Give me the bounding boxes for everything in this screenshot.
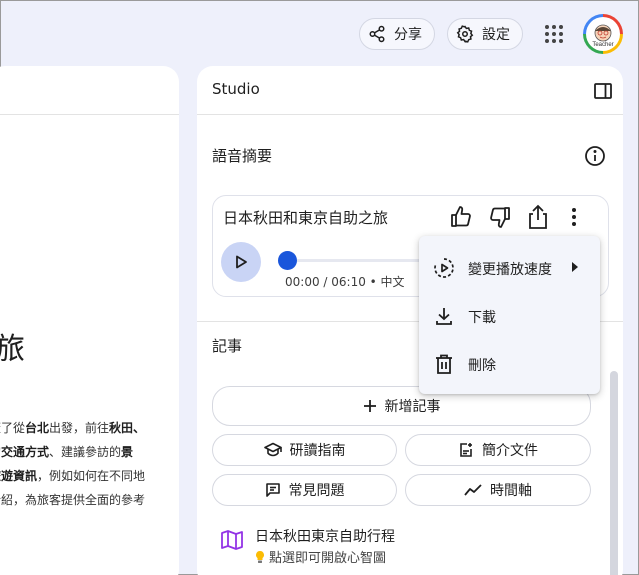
thumb-down-icon[interactable] [488, 205, 512, 229]
settings-button[interactable]: 設定 [447, 18, 523, 50]
mindmap-subtitle: 點選即可開啟心智圖 [255, 547, 386, 566]
avatar-tag: Teacher [592, 42, 614, 48]
audio-title: 日本秋田和東京自助之旅 [223, 209, 389, 227]
lightbulb-icon [255, 550, 265, 564]
summary-line: 蓋了從台北出發，前往秋田、 [0, 421, 146, 435]
menu-label: 變更播放速度 [468, 262, 552, 278]
info-icon[interactable] [584, 145, 606, 167]
chat-panel: 旅 蓋了從台北出發，前往秋田、 的交通方式、建議參訪的景 旅遊資訊，例如如何在不… [0, 66, 179, 575]
playback-speed-icon [433, 257, 455, 279]
study-guide-button[interactable]: 研讀指南 [212, 434, 397, 466]
share-export-icon[interactable] [527, 204, 549, 230]
share-label: 分享 [394, 27, 422, 43]
plus-icon [363, 399, 377, 413]
audio-context-menu: 變更播放速度 下載 刪除 [419, 236, 600, 394]
collapse-panel-icon[interactable] [593, 81, 613, 101]
notes-heading: 記事 [212, 337, 243, 355]
menu-label: 刪除 [468, 358, 496, 374]
settings-label: 設定 [482, 27, 510, 43]
trash-icon [433, 353, 455, 375]
chat-title-fragment: 旅 [0, 332, 25, 367]
play-button[interactable] [221, 242, 261, 282]
chat-lines-icon [265, 482, 281, 498]
chat-summary-text: 蓋了從台北出發，前往秋田、 的交通方式、建議參訪的景 旅遊資訊，例如如何在不同地… [0, 416, 179, 512]
mindmap-title: 日本秋田東京自助行程 [255, 529, 395, 545]
chat-panel-divider [0, 114, 179, 115]
briefing-doc-label: 簡介文件 [482, 443, 538, 459]
briefing-doc-button[interactable]: 簡介文件 [405, 434, 591, 466]
document-add-icon [458, 442, 474, 458]
more-vert-icon[interactable] [571, 207, 577, 227]
playback-time: 00:00 / 06:10 • 中文 [285, 275, 405, 289]
timeline-button[interactable]: 時間軸 [405, 474, 591, 506]
notes-scrollbar[interactable] [610, 371, 618, 575]
menu-label: 下載 [468, 310, 496, 326]
graduation-cap-icon [263, 442, 282, 458]
map-icon [221, 530, 243, 550]
play-icon [236, 255, 247, 269]
studio-header-divider [197, 114, 623, 115]
faq-label: 常見問題 [288, 483, 345, 499]
studio-title: Studio [212, 80, 260, 98]
download-icon [433, 305, 455, 327]
add-note-label: 新增記事 [384, 399, 441, 415]
summary-line: 的交通方式、建議參訪的景 [0, 445, 134, 459]
audio-overview-heading: 語音摘要 [212, 147, 273, 165]
timeline-icon [464, 483, 482, 497]
gear-icon [456, 25, 474, 43]
summary-line: 旅遊資訊，例如如何在不同地 [0, 469, 146, 483]
thumb-up-icon[interactable] [449, 205, 473, 229]
timeline-label: 時間軸 [490, 483, 532, 499]
chevron-right-icon [571, 262, 579, 272]
menu-item-playback-speed[interactable]: 變更播放速度 [419, 246, 600, 290]
menu-item-delete[interactable]: 刪除 [419, 342, 600, 386]
mindmap-note-item[interactable]: 日本秋田東京自助行程 點選即可開啟心智圖 [221, 524, 591, 568]
avatar[interactable]: Teacher [583, 14, 623, 54]
share-button[interactable]: 分享 [359, 18, 435, 50]
study-guide-label: 研讀指南 [289, 443, 346, 459]
apps-grid-icon[interactable] [543, 23, 565, 45]
summary-line: 介紹，為旅客提供全面的參考 [0, 493, 146, 507]
faq-button[interactable]: 常見問題 [212, 474, 397, 506]
menu-item-download[interactable]: 下載 [419, 294, 600, 338]
progress-handle[interactable] [278, 251, 297, 270]
progress-track[interactable] [297, 259, 437, 262]
share-icon [368, 25, 386, 43]
